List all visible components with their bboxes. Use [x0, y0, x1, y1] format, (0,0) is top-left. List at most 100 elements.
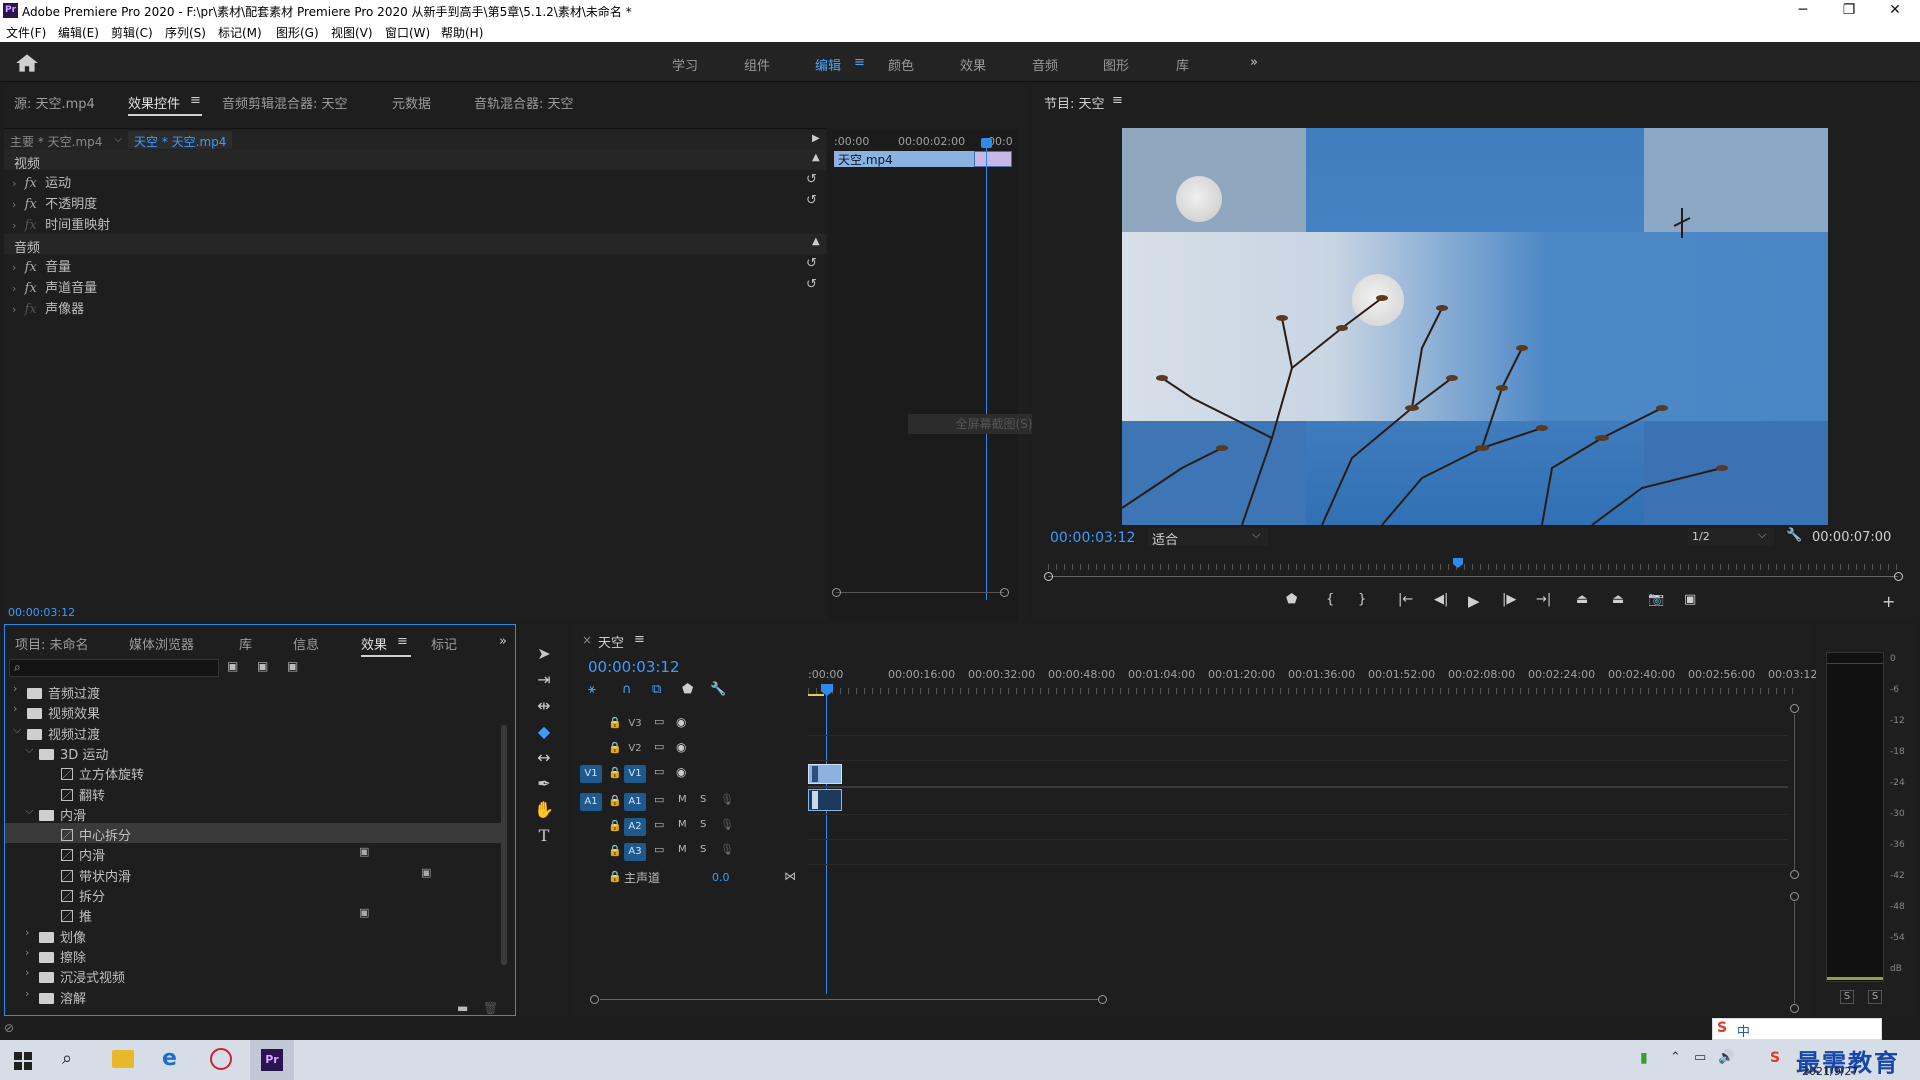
sync-lock-icon[interactable]: ▭ [654, 765, 664, 778]
mark-out-icon[interactable]: } [1358, 592, 1366, 607]
close-icon[interactable]: ✕ [1872, 0, 1918, 22]
tab-info[interactable]: 信息 [293, 634, 319, 653]
a-scroll-handle[interactable] [1790, 892, 1799, 901]
eye-icon[interactable]: ◉ [676, 740, 686, 754]
source-patch-a1[interactable]: A1 [580, 793, 602, 811]
step-forward-icon[interactable]: |▶ [1502, 592, 1516, 607]
workspace-audio[interactable]: 音频 [1032, 55, 1058, 74]
menu-sequence[interactable]: 序列(S) [165, 24, 206, 41]
reset-icon[interactable]: ↺ [806, 193, 817, 208]
search-icon[interactable]: ⌕ [62, 1048, 72, 1069]
volume-icon[interactable]: 🔊 [1718, 1050, 1734, 1065]
menu-file[interactable]: 文件(F) [6, 24, 46, 41]
effects-scrollbar[interactable] [501, 725, 507, 965]
effect-folder[interactable]: › 擦除 [5, 945, 501, 966]
yuv-effects-icon[interactable]: ▣ [287, 659, 298, 673]
linked-selection-icon[interactable]: ⧉ [652, 682, 661, 697]
workspace-libraries[interactable]: 库 [1176, 55, 1189, 74]
v-scroll-handle[interactable] [1790, 704, 1799, 713]
app-icon[interactable] [210, 1048, 232, 1070]
reset-icon[interactable]: ↺ [806, 172, 817, 187]
chevron-right-icon[interactable]: › [25, 926, 29, 939]
mic-icon[interactable]: 🎙 [720, 843, 734, 856]
solo-button[interactable]: S [700, 794, 706, 805]
new-bin-icon[interactable]: ▬ [457, 1001, 468, 1015]
timeline-settings-icon[interactable]: 🔧 [710, 682, 726, 697]
effect-folder[interactable]: ⌵ 3D 运动 [5, 742, 501, 763]
chevron-down-icon[interactable]: ⌵ [25, 804, 33, 818]
chevron-right-icon[interactable]: › [25, 966, 29, 979]
effect-preset[interactable]: 内滑 ▣ [5, 843, 501, 864]
add-marker-icon[interactable]: ⬟ [1286, 592, 1297, 607]
program-menu-icon[interactable]: ≡ [1112, 93, 1123, 108]
razor-tool-icon[interactable]: ◆ [530, 722, 558, 746]
scrubber-out-handle[interactable] [1894, 572, 1903, 581]
export-frame-icon[interactable]: 📷 [1648, 592, 1664, 607]
program-title[interactable]: 节目: 天空 [1044, 93, 1105, 112]
effect-folder[interactable]: › 视频效果 [5, 701, 501, 722]
h-scroll-handle-left[interactable] [590, 995, 599, 1004]
tab-metadata[interactable]: 元数据 [392, 93, 431, 112]
menu-edit[interactable]: 编辑(E) [58, 24, 99, 41]
clip-dropdown-icon[interactable]: ⌵ [114, 132, 122, 146]
menu-graphics[interactable]: 图形(G) [276, 24, 319, 41]
sync-lock-icon[interactable]: ▭ [654, 715, 664, 728]
premiere-taskbar-item[interactable]: Pr [250, 1040, 294, 1080]
network-icon[interactable]: ▭ [1694, 1050, 1706, 1065]
go-to-out-icon[interactable]: →| [1536, 592, 1551, 607]
playhead-handle[interactable] [981, 138, 992, 148]
chevron-right-icon[interactable]: › [25, 946, 29, 959]
minimize-icon[interactable]: ─ [1780, 0, 1826, 22]
solo-left-button[interactable]: S [1840, 990, 1854, 1004]
reset-icon[interactable]: ↺ [806, 256, 817, 271]
track-target[interactable]: A2 [624, 818, 646, 836]
close-sequence-icon[interactable]: × [582, 633, 592, 647]
effect-preset[interactable]: 拆分 [5, 884, 501, 905]
effect-clip-bar[interactable]: 天空.mp4 [834, 151, 974, 167]
accelerated-effects-icon[interactable]: ▣ [227, 659, 238, 673]
tray-icon[interactable]: ▮ [1640, 1050, 1648, 1066]
lock-icon[interactable]: 🔒 [608, 741, 622, 754]
comparison-view-icon[interactable]: ▣ [1684, 592, 1696, 607]
tab-media-browser[interactable]: 媒体浏览器 [129, 634, 194, 653]
effect-folder[interactable]: › 音频过渡 [5, 681, 501, 702]
snap-icon[interactable]: ∩ [622, 682, 632, 697]
go-to-in-icon[interactable]: |← [1398, 592, 1413, 607]
menu-view[interactable]: 视图(V) [331, 24, 373, 41]
nest-icon[interactable]: ⚹ [588, 682, 596, 697]
lock-icon[interactable]: 🔒 [608, 819, 622, 832]
eye-icon[interactable]: ◉ [676, 765, 686, 779]
sequence-tab[interactable]: 天空 [598, 632, 624, 651]
collapse-up-icon[interactable]: ▲ [812, 236, 820, 247]
video-v-scrollbar[interactable] [1794, 714, 1795, 870]
source-patch-v1[interactable]: V1 [580, 765, 602, 783]
chevron-down-icon[interactable]: ⌵ [13, 723, 21, 737]
effect-folder[interactable]: › 划像 [5, 925, 501, 946]
step-back-icon[interactable]: ◀| [1434, 592, 1448, 607]
lock-icon[interactable]: 🔒 [608, 766, 622, 779]
file-explorer-icon[interactable] [112, 1050, 134, 1068]
master-volume-value[interactable]: 0.0 [712, 871, 730, 884]
chevron-down-icon[interactable]: ⌵ [25, 743, 33, 757]
transition-marker[interactable] [812, 766, 818, 782]
play-icon[interactable]: ▶ [1468, 592, 1480, 610]
mute-button[interactable]: M [678, 844, 687, 855]
effect-row-channel-volume[interactable]: › fx 声道音量 [12, 277, 97, 297]
tab-menu-icon[interactable]: ≡ [190, 93, 201, 108]
button-editor-icon[interactable]: + [1882, 592, 1895, 611]
lock-icon[interactable]: 🔒 [608, 716, 622, 729]
menu-help[interactable]: 帮助(H) [441, 24, 483, 41]
effect-preset[interactable]: 中心拆分 [5, 823, 501, 844]
slip-tool-icon[interactable]: ↔ [530, 748, 558, 772]
solo-button[interactable]: S [700, 819, 706, 830]
scroll-handle-right[interactable] [1000, 588, 1009, 597]
effect-row-time-remap[interactable]: › fx 时间重映射 [12, 214, 110, 234]
tab-library[interactable]: 库 [239, 634, 252, 653]
effect-folder[interactable]: › 溶解 [5, 986, 501, 1007]
effect-row-opacity[interactable]: › fx 不透明度 [12, 193, 97, 213]
menu-window[interactable]: 窗口(W) [385, 24, 430, 41]
master-clip-label[interactable]: 主要 * 天空.mp4 [10, 133, 102, 150]
track-target[interactable]: V1 [624, 765, 646, 783]
track-target[interactable]: V2 [624, 740, 646, 758]
effect-preset[interactable]: 推 ▣ [5, 904, 501, 925]
